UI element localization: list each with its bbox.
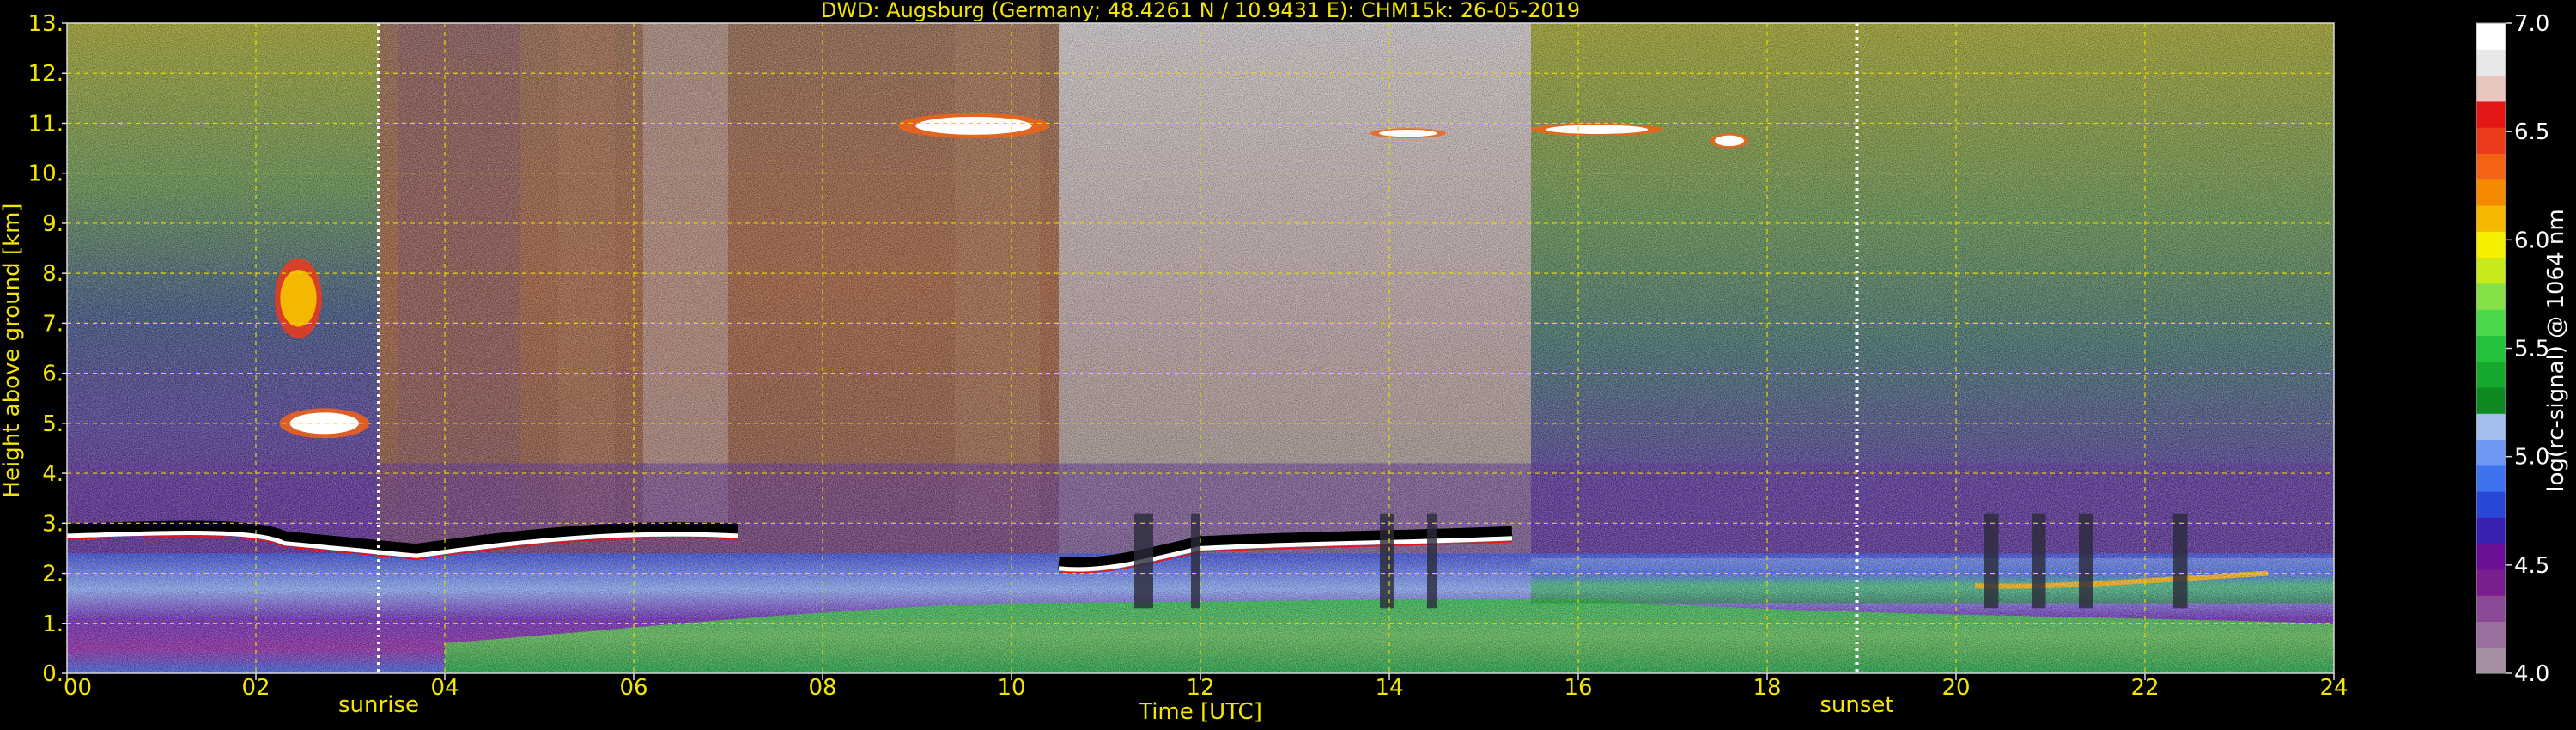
colorbar-segment <box>2476 335 2506 362</box>
colorbar-segment <box>2476 595 2506 623</box>
y-tick-label: 11. <box>28 111 64 137</box>
y-axis-label: Height above ground [km] <box>0 203 25 497</box>
y-tick-label: 13. <box>28 11 64 37</box>
colorbar-tick-label: 4.5 <box>2514 553 2549 579</box>
sun-annotations: sunrise sunset <box>338 692 1894 718</box>
y-tick-label: 10. <box>28 161 64 187</box>
colorbar-segment <box>2476 100 2506 128</box>
y-tick-label: 4. <box>42 461 64 487</box>
colorbar-segment <box>2476 309 2506 336</box>
y-tick-label: 5. <box>42 411 64 437</box>
colorbar-segment <box>2476 386 2506 414</box>
colorbar <box>2476 22 2506 674</box>
y-tick-label: 1. <box>42 611 64 637</box>
y-tick-label: 2. <box>42 562 64 587</box>
x-tick-label: 08 <box>808 675 836 701</box>
cloud-core <box>1379 129 1437 137</box>
cloud-column <box>2079 513 2093 609</box>
colorbar-segment <box>2476 49 2506 76</box>
colorbar-segment <box>2476 75 2506 102</box>
annotation-sunrise: sunrise <box>338 692 419 718</box>
colorbar-segment <box>2476 517 2506 544</box>
x-tick-label: 16 <box>1564 675 1592 701</box>
colorbar-segment <box>2476 439 2506 466</box>
colorbar-segment <box>2476 413 2506 441</box>
cloud-column <box>1134 513 1153 609</box>
colorbar-segment <box>2476 361 2506 388</box>
x-tick-label: 22 <box>2130 675 2159 701</box>
colorbar-tick-label: 6.5 <box>2514 119 2549 145</box>
x-tick-label: 18 <box>1753 675 1781 701</box>
y-tick-label: 8. <box>42 261 64 287</box>
x-tick-label: 10 <box>997 675 1025 701</box>
cloud-core <box>915 116 1032 135</box>
colorbar-segment <box>2476 491 2506 518</box>
cloud-column <box>1191 513 1200 609</box>
colorbar-segment <box>2476 465 2506 492</box>
x-tick-label: 20 <box>1941 675 1970 701</box>
x-tick-label: 00 <box>64 675 92 701</box>
y-tick-label: 12. <box>28 61 64 87</box>
annotation-sunset: sunset <box>1820 692 1893 718</box>
colorbar-segment <box>2476 23 2506 50</box>
cloud-column <box>2173 513 2188 609</box>
colorbar-segment <box>2476 204 2506 232</box>
colorbar-segment <box>2476 153 2506 180</box>
plot-area <box>66 22 2335 674</box>
x-tick-label: 12 <box>1186 675 1214 701</box>
colorbar-segment <box>2476 543 2506 570</box>
cloud-column <box>1380 513 1394 609</box>
colorbar-segment <box>2476 179 2506 206</box>
colorbar-segment <box>2476 127 2506 154</box>
x-tick-label: 24 <box>2319 675 2348 701</box>
y-tick-label: 7. <box>42 311 64 337</box>
colorbar-segment <box>2476 647 2506 674</box>
x-tick-label: 04 <box>430 675 459 701</box>
colorbar-tick-label: 7.0 <box>2514 11 2549 37</box>
chart-title: DWD: Augsburg (Germany; 48.4261 N / 10.9… <box>821 0 1580 22</box>
y-tick-label: 6. <box>42 362 64 387</box>
cloud-core <box>280 269 317 327</box>
colorbar-segment <box>2476 257 2506 284</box>
cloud-core <box>1546 125 1649 134</box>
colorbar-segment <box>2476 283 2506 310</box>
y-axis-ticks: 0. 1. 2. 3. 4. 5. 6. 7. 8. 9. 10. 11. 12. 13. <box>28 11 67 687</box>
y-tick-label: 9. <box>42 211 64 237</box>
x-axis-label: Time [UTC] <box>1138 699 1262 725</box>
colorbar-segment <box>2476 621 2506 648</box>
x-tick-label: 02 <box>241 675 270 701</box>
colorbar-segment <box>2476 569 2506 596</box>
y-tick-label: 0. <box>42 661 64 687</box>
cloud-column <box>1427 513 1437 609</box>
cloud-column <box>1984 513 1999 609</box>
colorbar-segment <box>2476 231 2506 259</box>
y-tick-label: 3. <box>42 511 64 537</box>
x-tick-label: 06 <box>619 675 647 701</box>
cloud-column <box>2032 513 2046 609</box>
colorbar-label: log(rc-signal) @ 1064 nm <box>2543 209 2569 491</box>
x-tick-label: 14 <box>1375 675 1403 701</box>
colorbar-tick-label: 4.0 <box>2514 661 2549 687</box>
ceilometer-figure: 00 02 04 06 08 10 12 14 16 18 20 22 24 0. 1. 2. 3. 4. 5. 6… <box>0 0 2569 725</box>
cloud-core <box>1715 135 1744 147</box>
